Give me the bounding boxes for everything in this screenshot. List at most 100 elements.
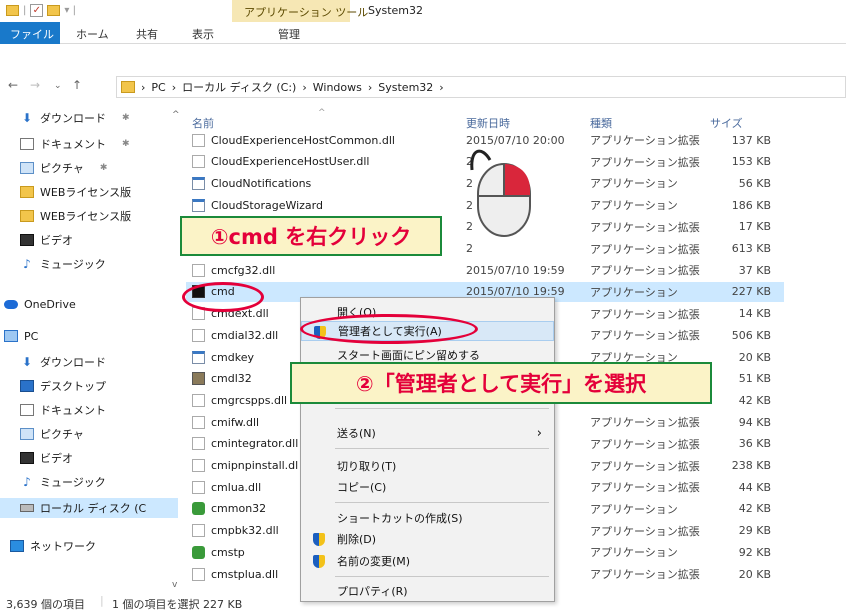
sidebar-item-local-disk[interactable]: ローカル ディスク (C: [0, 498, 178, 518]
file-name: cmcfg32.dll: [192, 260, 275, 280]
file-type: アプリケーション拡張: [590, 134, 700, 147]
sidebar-item-desktop[interactable]: デスクトップ: [20, 376, 106, 396]
music-icon: ♪: [23, 475, 31, 489]
tab-view[interactable]: 表示: [192, 26, 214, 42]
scroll-down-icon[interactable]: v: [172, 580, 177, 590]
table-row[interactable]: cmcfg32.dll 2015/07/10 19:59 アプリケーション拡張 37 …: [186, 260, 784, 280]
file-name: cmdial32.dll: [192, 325, 278, 345]
file-size: 227 KB: [731, 285, 771, 299]
sidebar-item-web-license-1[interactable]: WEBライセンス版: [20, 182, 131, 202]
sidebar-item-pictures[interactable]: ピクチャ ✱: [20, 158, 107, 178]
sidebar-item-pc-documents[interactable]: ドキュメント: [20, 400, 106, 420]
file-name: cmstplua.dll: [192, 564, 278, 584]
sidebar-item-pc-music[interactable]: ♪ ミュージック: [20, 472, 106, 492]
file-name: cmgrcspps.dll: [192, 390, 287, 410]
file-type: アプリケーション: [590, 177, 678, 191]
file-size: 37 KB: [738, 263, 771, 277]
file-type: アプリケーション: [590, 199, 678, 213]
column-header-type[interactable]: 種類: [590, 115, 612, 131]
column-header-date[interactable]: 更新日時: [466, 115, 510, 131]
cpl-file-icon: [192, 372, 205, 386]
download-icon: ⬇: [21, 111, 33, 125]
file-name: cmstp: [192, 542, 245, 562]
grn-file-icon: [192, 545, 205, 559]
folder-icon: [20, 210, 34, 222]
properties-check-icon[interactable]: ✓: [30, 4, 44, 17]
sidebar-item-network[interactable]: ネットワーク: [10, 536, 96, 556]
sidebar-item-pc-videos[interactable]: ビデオ: [20, 448, 73, 468]
file-size: 92 KB: [738, 545, 771, 559]
file-type: アプリケーション: [590, 502, 678, 516]
breadcrumb-windows[interactable]: Windows: [313, 81, 362, 94]
folder-icon: [20, 186, 34, 198]
quick-access-toolbar: | ✓ ▾ |: [6, 4, 76, 17]
scroll-up-icon[interactable]: ^: [172, 110, 180, 120]
file-type: アプリケーション拡張: [590, 524, 700, 538]
ribbon-tabs: [0, 22, 846, 44]
file-size: 153 KB: [731, 155, 771, 169]
forward-icon[interactable]: →: [30, 78, 40, 92]
download-icon: ⬇: [21, 355, 33, 369]
sidebar-item-pc-pictures[interactable]: ピクチャ: [20, 424, 84, 444]
file-name: cmintegrator.dll: [192, 434, 298, 454]
customize-toolbar-icon[interactable]: ▾ |: [64, 5, 76, 16]
address-bar[interactable]: › PC › ローカル ディスク (C:) › Windows › System…: [116, 76, 846, 98]
picture-icon: [20, 162, 34, 174]
folder-icon[interactable]: [6, 5, 19, 16]
file-name: cmdkey: [192, 347, 254, 367]
tab-manage[interactable]: 管理: [278, 26, 300, 42]
breadcrumb-local-disk[interactable]: ローカル ディスク (C:): [182, 79, 296, 95]
dll-file-icon: [192, 393, 205, 407]
tab-file[interactable]: ファイル: [0, 22, 60, 44]
new-folder-icon[interactable]: [47, 5, 61, 16]
file-size: 44 KB: [738, 480, 771, 494]
file-type: アプリケーション拡張: [590, 155, 700, 169]
file-name: cmipnpinstall.dl: [192, 456, 298, 476]
sidebar-item-music[interactable]: ♪ ミュージック: [20, 254, 106, 274]
context-menu: 開く(O) 管理者として実行(A) スタート画面にピン留めする 送る(N) › 切…: [300, 297, 555, 602]
pin-icon: ✱: [122, 113, 130, 123]
column-header-size[interactable]: サイズ: [710, 115, 743, 131]
tab-share[interactable]: 共有: [136, 26, 158, 42]
dll-file-icon: [192, 524, 205, 538]
recent-locations-icon[interactable]: ⌄: [54, 81, 62, 91]
sidebar-item-pc-downloads[interactable]: ⬇ ダウンロード: [20, 352, 106, 372]
pin-icon: ✱: [122, 139, 130, 149]
navigation-pane: ⬇ ダウンロード ✱ ドキュメント ✱ ピクチャ ✱ WEBライセンス版 WEBライセン…: [0, 106, 180, 594]
file-size: 94 KB: [738, 415, 771, 429]
sidebar-item-web-license-2[interactable]: WEBライセンス版: [20, 206, 131, 226]
file-type: アプリケーション拡張: [590, 416, 700, 430]
menu-item-copy[interactable]: コピー(C): [301, 477, 554, 497]
sidebar-item-pc[interactable]: PC: [4, 326, 38, 346]
menu-item-rename[interactable]: 名前の変更(M): [301, 551, 554, 571]
tab-home[interactable]: ホーム: [76, 26, 109, 42]
file-size: 42 KB: [738, 393, 771, 407]
menu-item-cut[interactable]: 切り取り(T): [301, 456, 554, 476]
file-size: 56 KB: [738, 176, 771, 190]
sidebar-item-documents[interactable]: ドキュメント ✱: [20, 134, 130, 154]
file-size: 20 KB: [738, 350, 771, 364]
column-header-name[interactable]: 名前: [192, 115, 214, 131]
file-size: 51 KB: [738, 372, 771, 386]
onedrive-icon: [4, 299, 18, 309]
file-size: 36 KB: [738, 437, 771, 451]
file-name: cmlua.dll: [192, 477, 261, 497]
sidebar-item-downloads[interactable]: ⬇ ダウンロード ✱: [20, 108, 130, 128]
menu-item-create-shortcut[interactable]: ショートカットの作成(S): [301, 508, 554, 528]
breadcrumb-system32[interactable]: System32: [378, 81, 433, 94]
file-size: 42 KB: [738, 502, 771, 516]
breadcrumb-pc[interactable]: PC: [151, 81, 165, 94]
back-icon[interactable]: ←: [8, 78, 18, 92]
dll-file-icon: [192, 263, 205, 277]
uac-shield-icon: [313, 533, 325, 546]
cmd-highlight-ring: [182, 282, 264, 312]
sort-arrow-icon: ^: [318, 108, 326, 118]
desktop-icon: [20, 380, 34, 392]
sidebar-item-onedrive[interactable]: OneDrive: [4, 294, 76, 314]
menu-item-send-to[interactable]: 送る(N) ›: [301, 423, 554, 443]
mouse-icon: [470, 149, 531, 237]
sidebar-item-videos[interactable]: ビデオ: [20, 230, 73, 250]
menu-item-delete[interactable]: 削除(D): [301, 529, 554, 549]
file-name: CloudStorageWizard: [192, 195, 323, 215]
up-icon[interactable]: ↑: [72, 78, 82, 92]
